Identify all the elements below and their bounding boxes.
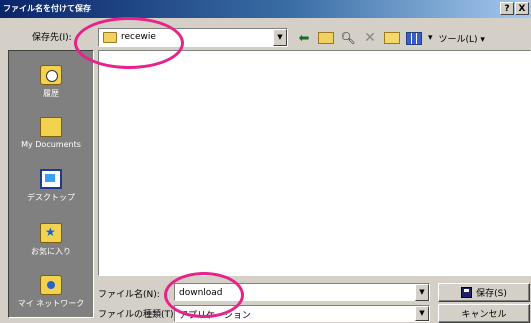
title-buttons: ? X [500,2,529,16]
cancel-button-label: キャンセル [461,310,507,320]
help-button[interactable]: ? [500,2,514,15]
chevron-down-icon[interactable]: ▼ [415,284,429,301]
file-name-input[interactable] [179,286,409,299]
look-in-value: recewie [121,32,156,42]
title-bar: ファイル名を付けて保存 ? X [0,0,531,18]
place-label: お気に入り [31,247,71,256]
network-icon [40,275,62,295]
file-type-dropdown[interactable]: アプリケーション ▼ [174,305,430,322]
chevron-down-icon[interactable]: ▼ [415,306,429,321]
place-network[interactable]: マイ ネットワーク [9,275,93,309]
place-favorites[interactable]: お気に入り [9,223,93,257]
history-icon [40,65,62,85]
look-in-dropdown[interactable]: recewie ▼ [98,28,288,47]
delete-icon[interactable]: ✕ [362,30,378,46]
views-dropdown-arrow[interactable]: ▾ [428,33,433,43]
place-label: マイ ネットワーク [17,299,85,308]
look-in-label: 保存先(I): [32,33,72,43]
file-name-label: ファイル名(N): [98,290,160,300]
floppy-disk-icon [461,287,473,298]
up-folder-icon[interactable] [318,32,334,44]
cancel-button[interactable]: キャンセル [438,304,530,323]
new-folder-icon[interactable] [384,32,400,44]
save-button-label: 保存(S) [476,289,507,299]
desktop-icon [40,169,62,189]
tools-menu[interactable]: ツール(L) ▾ [439,32,485,45]
folder-icon [103,32,117,43]
my-documents-icon [40,117,62,137]
file-name-combo[interactable]: ▼ [174,283,430,301]
places-bar: 履歴 My Documents デスクトップ お気に入り マイ ネットワーク [8,50,94,318]
place-history[interactable]: 履歴 [9,65,93,99]
file-type-label: ファイルの種類(T): [98,310,177,320]
save-as-dialog: ファイル名を付けて保存 ? X 保存先(I): recewie ▼ ⬅ 🔍︎ ✕… [0,0,531,323]
toolbar: ⬅ 🔍︎ ✕ ▾ ツール(L) ▾ [296,29,485,47]
back-arrow-icon[interactable]: ⬅ [296,30,312,46]
search-web-icon[interactable]: 🔍︎ [340,30,356,46]
place-my-documents[interactable]: My Documents [9,117,93,149]
file-list[interactable] [98,50,531,276]
views-icon[interactable] [406,31,422,45]
close-button[interactable]: X [515,2,529,15]
window-title: ファイル名を付けて保存 [3,4,91,13]
place-label: 履歴 [43,89,59,98]
place-desktop[interactable]: デスクトップ [9,169,93,203]
file-type-value: アプリケーション [179,311,251,321]
chevron-down-icon[interactable]: ▼ [273,29,287,46]
favorites-icon [40,223,62,243]
place-label: My Documents [21,140,81,149]
save-button[interactable]: 保存(S) [438,283,530,302]
place-label: デスクトップ [27,193,75,202]
